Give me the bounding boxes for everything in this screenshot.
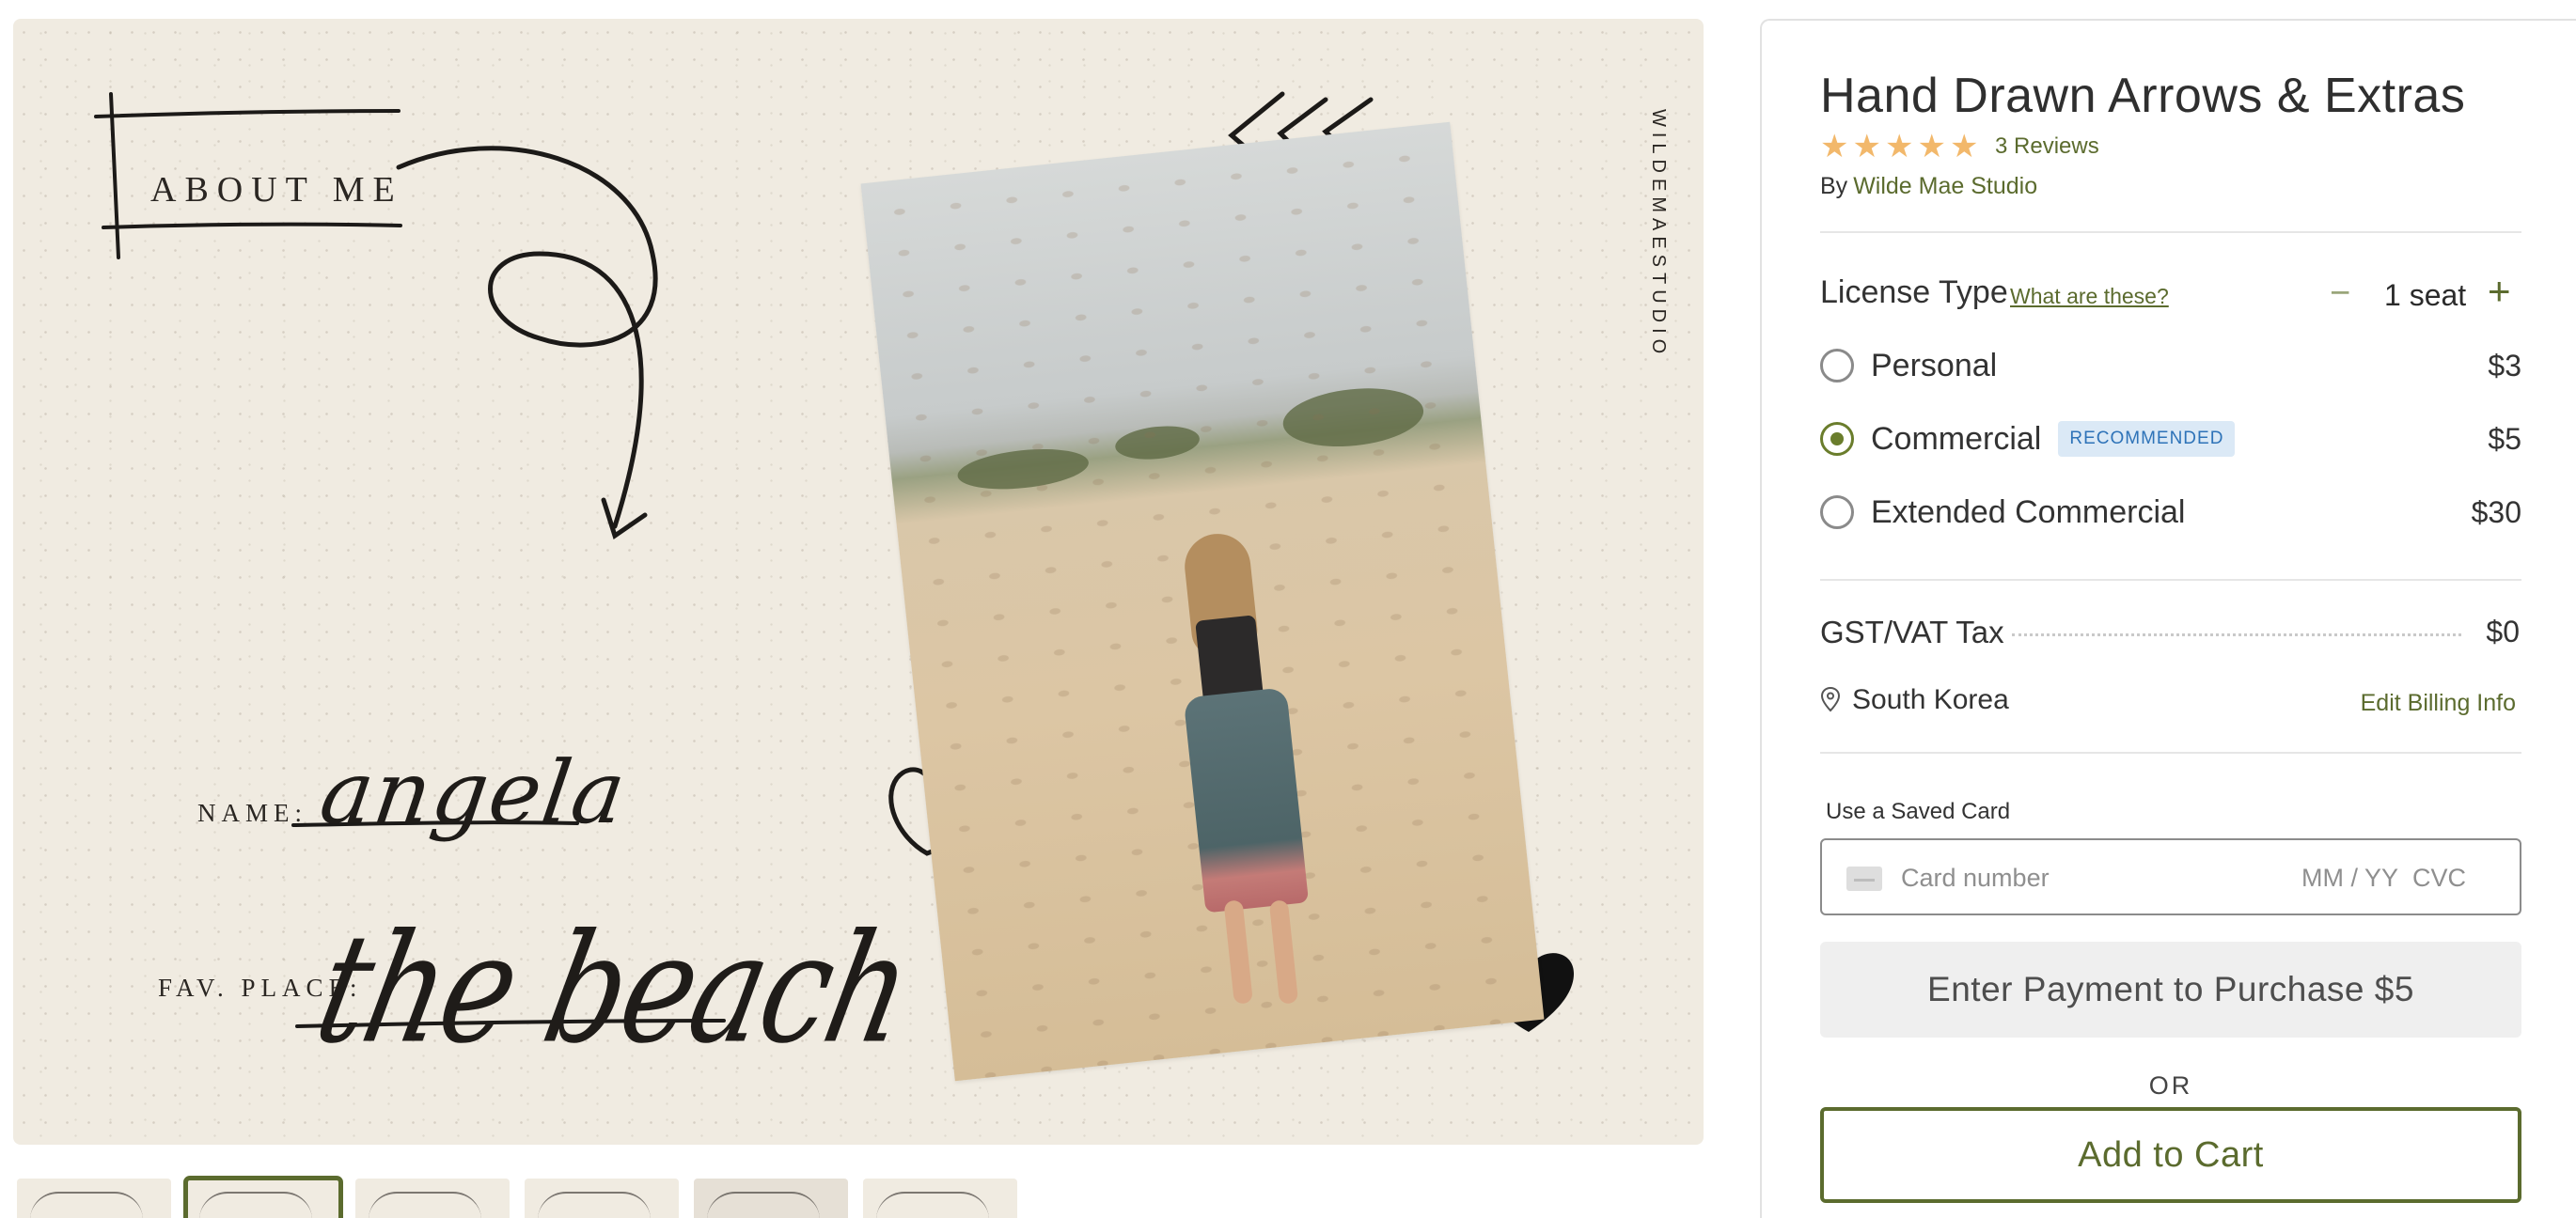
radio-checked-icon[interactable] bbox=[1820, 422, 1854, 456]
card-expiry-input[interactable] bbox=[2301, 861, 2405, 895]
about-me-heading: ABOUT ME bbox=[150, 170, 403, 210]
tax-label: GST/VAT Tax bbox=[1820, 615, 2004, 649]
billing-location: South Korea bbox=[1852, 684, 2009, 715]
author-link[interactable]: Wilde Mae Studio bbox=[1853, 173, 2037, 199]
divider bbox=[1820, 752, 2521, 754]
rating-stars: ★ ★ ★ ★ ★ bbox=[1820, 128, 1978, 165]
by-label: By bbox=[1820, 173, 1848, 199]
divider bbox=[1820, 579, 2521, 581]
license-type-heading: License Type bbox=[1820, 274, 2008, 310]
license-option-price: $5 bbox=[2488, 421, 2521, 456]
reviews-link[interactable]: 3 Reviews bbox=[1995, 133, 2099, 160]
dotted-leader bbox=[2012, 633, 2461, 636]
license-option-commercial[interactable]: Commercial RECOMMENDED $5 bbox=[1820, 414, 2521, 464]
license-help-link[interactable]: What are these? bbox=[2010, 284, 2169, 309]
thumbnail-active[interactable] bbox=[183, 1176, 343, 1218]
license-option-extended-commercial[interactable]: Extended Commercial $30 bbox=[1820, 487, 2521, 538]
purchase-button[interactable]: Enter Payment to Purchase $5 bbox=[1820, 942, 2521, 1038]
product-title: Hand Drawn Arrows & Extras bbox=[1820, 69, 2466, 123]
star-icon: ★ bbox=[1917, 129, 1946, 164]
star-icon: ★ bbox=[1852, 129, 1881, 164]
use-saved-card-label[interactable]: Use a Saved Card bbox=[1826, 799, 2010, 825]
beach-photo bbox=[860, 121, 1545, 1082]
thumbnail[interactable] bbox=[525, 1179, 679, 1218]
license-option-label: Commercial bbox=[1871, 420, 2042, 457]
card-number-input[interactable] bbox=[1901, 861, 2258, 895]
name-script-text: angela bbox=[314, 742, 634, 843]
byline: By Wilde Mae Studio bbox=[1820, 173, 2037, 200]
seat-increment-button[interactable]: + bbox=[2488, 271, 2511, 312]
license-option-price: $30 bbox=[2471, 494, 2521, 529]
name-label: NAME: bbox=[197, 799, 307, 827]
card-cvc-input[interactable] bbox=[2412, 861, 2488, 895]
divider bbox=[1820, 231, 2521, 233]
product-preview-image: ABOUT ME NAME: angela FAV. PLACE: the be… bbox=[13, 19, 1704, 1145]
or-separator: OR bbox=[2148, 1071, 2193, 1100]
radio-unchecked-icon[interactable] bbox=[1820, 495, 1854, 529]
star-icon: ★ bbox=[1820, 129, 1849, 164]
seat-decrement-button[interactable]: − bbox=[2330, 274, 2350, 312]
license-option-price: $3 bbox=[2488, 348, 2521, 383]
thumbnail[interactable] bbox=[355, 1179, 510, 1218]
tax-value: $0 bbox=[2486, 615, 2520, 648]
card-input-field bbox=[1820, 838, 2521, 915]
purchase-panel: Hand Drawn Arrows & Extras ★ ★ ★ ★ ★ 3 R… bbox=[1760, 19, 2576, 1218]
thumbnail[interactable] bbox=[17, 1179, 171, 1218]
star-icon: ★ bbox=[1949, 129, 1979, 164]
thumbnail[interactable] bbox=[863, 1179, 1017, 1218]
license-option-label: Extended Commercial bbox=[1871, 493, 2186, 530]
license-option-label: Personal bbox=[1871, 347, 1998, 383]
recommended-badge: RECOMMENDED bbox=[2058, 421, 2236, 457]
edit-billing-link[interactable]: Edit Billing Info bbox=[2361, 690, 2516, 717]
add-to-cart-button[interactable]: Add to Cart bbox=[1820, 1107, 2521, 1203]
seat-count: 1 seat bbox=[2384, 278, 2467, 312]
radio-unchecked-icon[interactable] bbox=[1820, 349, 1854, 383]
license-option-personal[interactable]: Personal $3 bbox=[1820, 340, 2521, 391]
place-script-text: the beach bbox=[303, 902, 924, 1078]
credit-card-icon bbox=[1846, 867, 1882, 891]
brand-watermark: WILDEMAESTUDIO bbox=[1648, 109, 1669, 360]
location-pin-icon bbox=[1820, 686, 1841, 712]
star-icon: ★ bbox=[1884, 129, 1914, 164]
thumbnail[interactable] bbox=[694, 1179, 848, 1218]
thumbnail-strip bbox=[17, 1176, 1017, 1218]
